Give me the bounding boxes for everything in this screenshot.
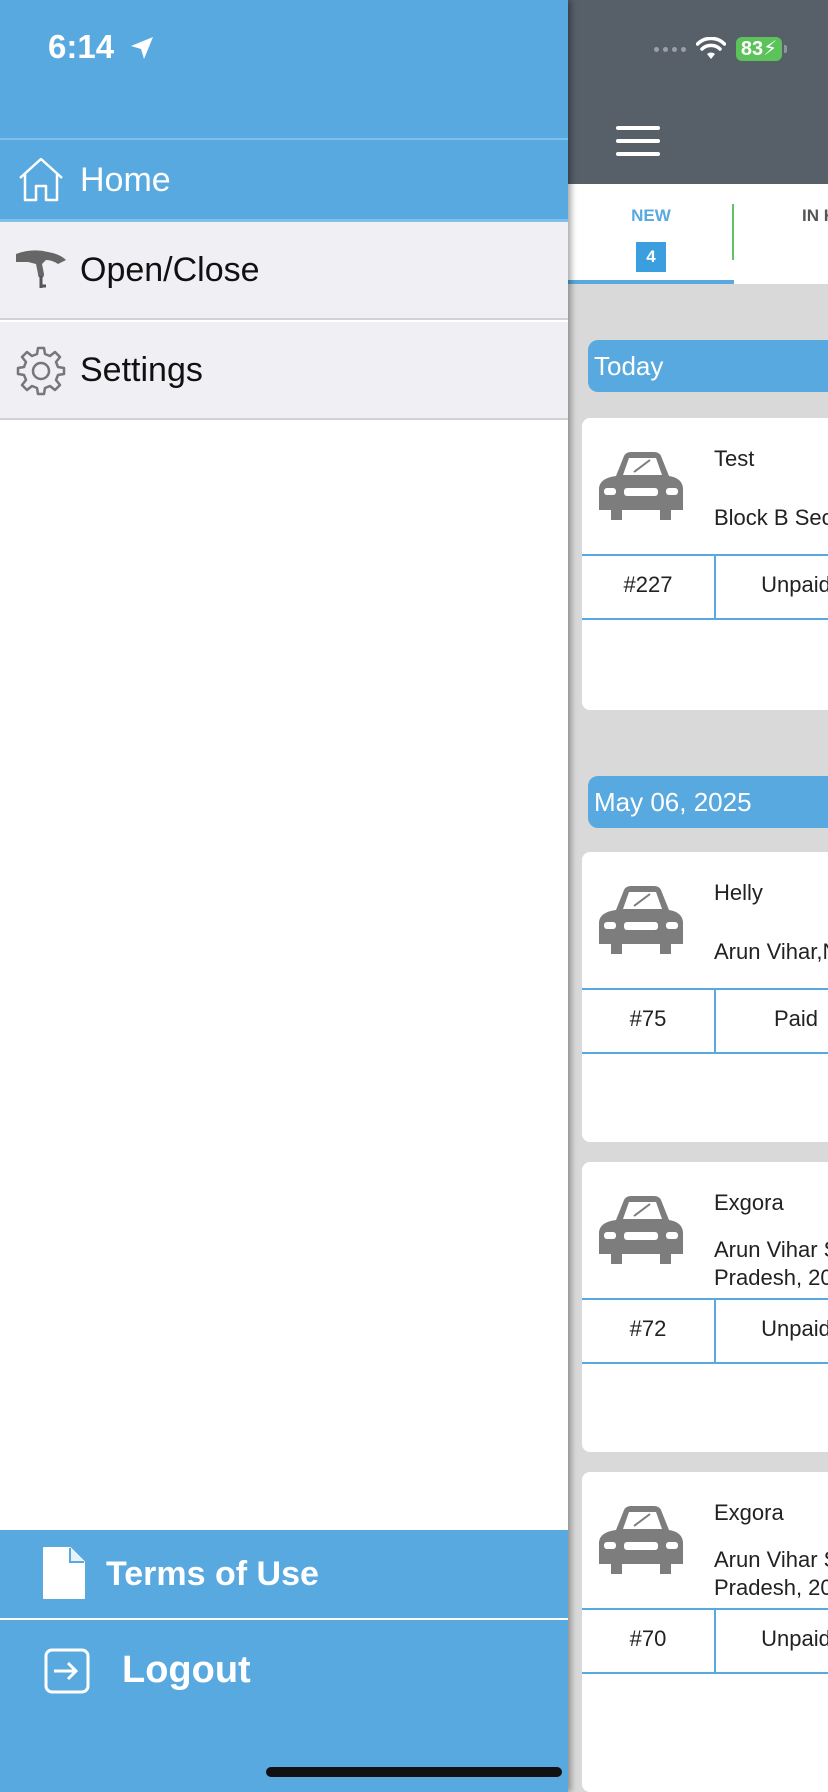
home-indicator[interactable] <box>266 1767 562 1777</box>
date-group-header: Today <box>588 340 828 392</box>
payment-status: Unpaid <box>761 572 828 597</box>
customer-address-line2: Pradesh, 201 <box>714 1575 828 1600</box>
order-info-row: #72 Unpaid <box>582 1298 828 1364</box>
hamburger-menu-icon[interactable] <box>616 126 660 156</box>
app-header: 83⚡ <box>568 0 828 184</box>
order-info-row: #75 Paid <box>582 988 828 1054</box>
customer-name: Exgora <box>714 1190 784 1215</box>
side-drawer: 6:14 Home Open/Close Settings Terms of U… <box>0 0 568 1792</box>
order-info-row: #70 Unpaid <box>582 1608 828 1674</box>
terms-of-use-label: Terms of Use <box>106 1555 319 1593</box>
wifi-icon <box>696 37 726 59</box>
logout-label: Logout <box>122 1649 251 1691</box>
menu-item-settings[interactable]: Settings <box>0 322 568 420</box>
tab-new-label: NEW <box>631 206 671 225</box>
payment-status: Unpaid <box>761 1316 828 1341</box>
car-icon <box>599 1196 683 1264</box>
menu-item-home[interactable]: Home <box>0 138 568 222</box>
menu-item-label: Open/Close <box>80 251 260 289</box>
location-arrow-icon <box>131 37 153 59</box>
customer-address: Arun Vihar S <box>714 1547 828 1572</box>
payment-status: Paid <box>773 1006 819 1031</box>
document-icon <box>43 1547 85 1599</box>
logout-icon <box>44 1648 90 1694</box>
terms-of-use-button[interactable]: Terms of Use <box>0 1530 568 1620</box>
status-time: 6:14 <box>48 28 115 65</box>
tab-in-kitchen[interactable]: IN KITC 6 <box>734 184 828 284</box>
menu-item-open-close[interactable]: Open/Close <box>0 222 568 320</box>
date-group-header: May 06, 2025 <box>588 776 828 828</box>
hand-key-icon <box>16 250 66 288</box>
customer-name: Test <box>714 446 755 471</box>
tab-new-count: 4 <box>636 242 666 272</box>
order-card[interactable]: Exgora Arun Vihar S Pradesh, 201 #70 Unp… <box>582 1472 828 1792</box>
order-card[interactable]: Exgora Arun Vihar S Pradesh, 201 #72 Unp… <box>582 1162 828 1452</box>
tab-new[interactable]: NEW 4 <box>568 184 734 284</box>
home-icon <box>19 157 63 202</box>
orders-screen: 83⚡ NEW 4 IN KITC 6 Today Test Block B S… <box>568 0 828 1792</box>
customer-address: Arun Vihar,N <box>714 939 828 964</box>
menu-item-label: Home <box>80 161 171 199</box>
battery-indicator: 83⚡ <box>736 37 787 61</box>
tab-divider <box>732 204 734 260</box>
order-card[interactable]: Helly Arun Vihar,N #75 Paid <box>582 852 828 1142</box>
customer-name: Exgora <box>714 1500 784 1525</box>
customer-address: Block B Sect <box>714 505 828 530</box>
customer-address: Arun Vihar S <box>714 1237 828 1262</box>
gear-icon <box>16 346 66 396</box>
car-icon <box>599 886 683 954</box>
car-icon <box>599 452 683 520</box>
order-info-row: #227 Unpaid <box>582 554 828 620</box>
order-number: #75 <box>582 990 716 1052</box>
drawer-footer: Terms of Use Logout <box>0 1530 568 1792</box>
tab-in-kitchen-label: IN KITC <box>802 206 828 225</box>
order-number: #70 <box>582 1610 716 1672</box>
tab-active-indicator <box>568 280 734 284</box>
logout-button[interactable]: Logout <box>0 1620 568 1720</box>
battery-level: 83 <box>740 38 764 60</box>
cellular-signal-icon <box>654 46 686 52</box>
status-indicators: 83⚡ <box>654 36 787 62</box>
order-number: #227 <box>582 556 716 618</box>
payment-status: Unpaid <box>761 1626 828 1651</box>
car-icon <box>599 1506 683 1574</box>
order-card[interactable]: Test Block B Sect #227 Unpaid <box>582 418 828 710</box>
menu-item-label: Settings <box>80 351 203 389</box>
customer-address-line2: Pradesh, 201 <box>714 1265 828 1290</box>
status-bar: 6:14 <box>0 0 568 138</box>
order-status-tabs: NEW 4 IN KITC 6 <box>568 184 828 284</box>
customer-name: Helly <box>714 880 763 905</box>
order-number: #72 <box>582 1300 716 1362</box>
